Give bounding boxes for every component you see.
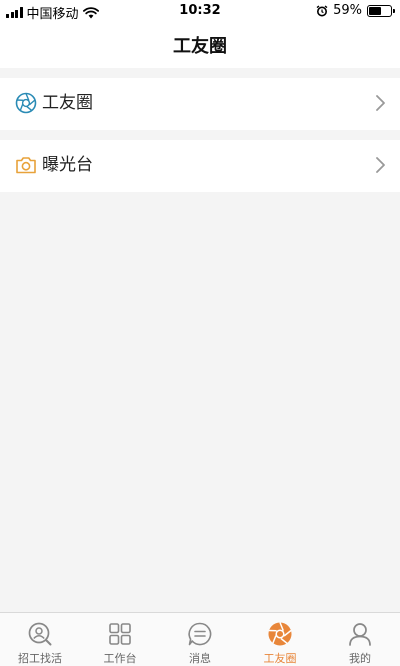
list-item-baoguangtai[interactable]: 曝光台 — [0, 140, 400, 192]
tab-gongzuotai[interactable]: 工作台 — [80, 613, 160, 666]
list-item-label: 曝光台 — [42, 155, 93, 175]
tab-wode[interactable]: 我的 — [320, 613, 400, 666]
tab-label: 工友圈 — [263, 652, 297, 665]
battery-percent: 59% — [333, 3, 362, 18]
battery-fill — [369, 6, 382, 15]
alarm-icon — [316, 4, 328, 16]
list-item-label: 工友圈 — [42, 93, 93, 113]
tab-label: 工作台 — [103, 652, 137, 665]
tab-label: 我的 — [349, 652, 371, 665]
person-icon — [349, 623, 371, 646]
chevron-right-icon — [376, 157, 385, 173]
tab-bar: 招工找活 工作台 消息 工友圈 我的 — [0, 612, 400, 666]
chat-icon — [188, 622, 212, 646]
list-item-gongyouquan[interactable]: 工友圈 — [0, 78, 400, 130]
page-title: 工友圈 — [173, 36, 227, 57]
aperture-icon — [268, 622, 292, 646]
status-bar: 中国移动 10:32 59% — [0, 0, 400, 22]
tab-label: 消息 — [189, 652, 211, 665]
search-person-icon — [28, 622, 52, 646]
tab-zhaogong[interactable]: 招工找活 — [0, 613, 80, 666]
aperture-icon — [15, 92, 37, 114]
grid-icon — [109, 623, 131, 645]
camera-icon — [16, 157, 36, 174]
chevron-right-icon — [376, 95, 385, 111]
battery-icon — [367, 4, 395, 17]
tab-xiaoxi[interactable]: 消息 — [160, 613, 240, 666]
tab-gongyouquan[interactable]: 工友圈 — [240, 613, 320, 666]
status-right: 59% — [316, 3, 395, 18]
header: 工友圈 — [0, 22, 400, 68]
tab-label: 招工找活 — [18, 652, 62, 665]
